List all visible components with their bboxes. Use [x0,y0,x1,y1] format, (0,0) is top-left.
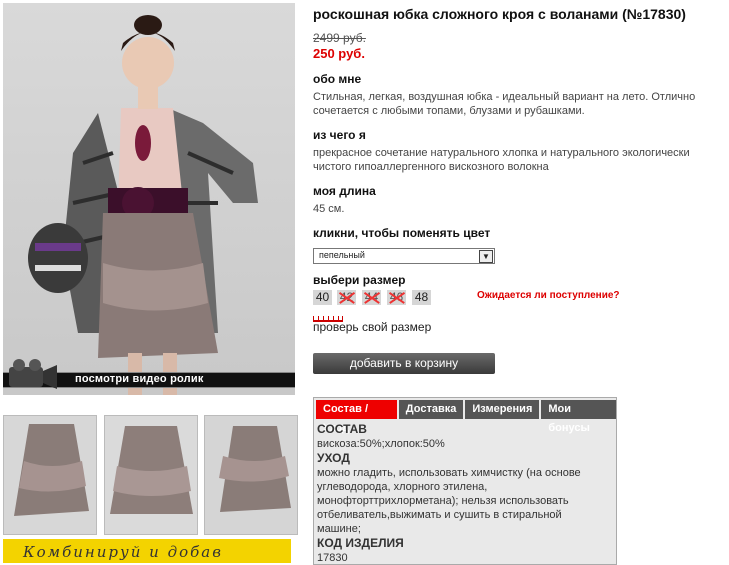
info-panel: Состав / Уход Доставка Измерения Мои бон… [313,397,617,565]
video-label: посмотри видео ролик [75,373,204,385]
material-text-line-1: прекрасное сочетание натурального хлопка… [313,147,690,159]
size-option-40[interactable]: 40 [313,290,332,305]
composition-text: вискоза:50%;хлопок:50% [317,438,445,450]
check-size-link[interactable]: проверь свой размер [313,320,431,334]
size-heading: выбери размер [313,273,406,287]
old-price: 2499 руб. [313,31,366,45]
video-promo-bar[interactable]: посмотри видео ролик [3,357,295,393]
promo-banner[interactable]: Комбинируй и добав [3,539,291,563]
color-heading: кликни, чтобы поменять цвет [313,226,491,240]
length-value: 45 см. [313,203,345,215]
new-price: 250 руб. [313,46,365,61]
size-option-44[interactable]: 44 [362,290,381,305]
material-text-line-2: чистого гипоаллергенного вискозного воло… [313,161,549,173]
main-product-photo[interactable] [3,3,295,395]
about-text-line-1: Стильная, легкая, воздушная юбка - идеал… [313,91,696,103]
product-title: роскошная юбка сложного кроя с воланами … [313,6,686,22]
tab-composition-care[interactable]: Состав / Уход [316,400,397,434]
size-option-42[interactable]: 42 [337,290,356,305]
care-heading: УХОД [317,451,350,465]
thumbnail-3[interactable] [204,415,298,535]
size-option-48[interactable]: 48 [412,290,431,305]
chevron-down-icon[interactable]: ▼ [479,250,493,263]
care-text-line-5: машине; [317,523,361,535]
thumbnail-3-image [205,416,297,534]
camera-icon [9,359,57,389]
info-tabs: Состав / Уход Доставка Измерения Мои бон… [316,400,616,434]
care-text-line-1: можно гладить, использовать химчистку (н… [317,467,581,479]
thumbnail-2[interactable] [104,415,198,535]
thumbnail-1-image [4,416,96,534]
about-text-line-2: сочетается с любыми топами, блузами и ру… [313,105,585,117]
model-illustration [28,15,258,395]
care-text-line-2: углеводорода, хлорного этилена, [317,481,488,493]
thumbnail-2-image [105,416,197,534]
material-heading: из чего я [313,128,366,142]
composition-heading: СОСТАВ [317,422,367,436]
promo-banner-text: Комбинируй и добав [23,543,223,561]
care-text-line-4: отбеливатель,выжимать и сушить в стираль… [317,509,562,521]
tab-content: СОСТАВ вискоза:50%;хлопок:50% УХОД можно… [317,422,607,565]
thumbnail-1[interactable] [3,415,97,535]
about-heading: обо мне [313,72,362,86]
tab-delivery[interactable]: Доставка [398,400,464,419]
color-select[interactable]: пепельный ▼ [313,248,495,264]
code-heading: КОД ИЗДЕЛИЯ [317,536,404,550]
color-select-value: пепельный [319,250,365,260]
tab-bonuses[interactable]: Мои бонусы [541,400,616,434]
expected-availability-link[interactable]: Ожидается ли поступление? [477,290,620,301]
length-heading: моя длина [313,184,376,198]
add-to-cart-button[interactable]: добавить в корзину [313,353,495,374]
care-text-line-3: монофторттрихлорметана); нельзя использо… [317,495,569,507]
size-option-46[interactable]: 46 [387,290,406,305]
tab-measurements[interactable]: Измерения [465,400,540,419]
